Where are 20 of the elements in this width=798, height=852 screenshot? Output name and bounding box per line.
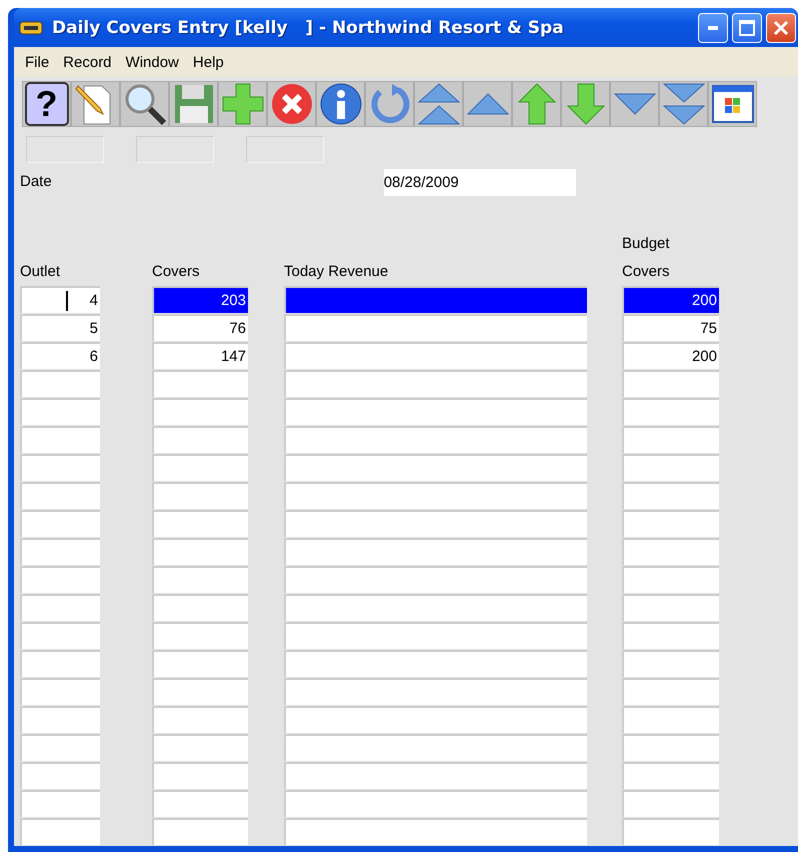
table-cell[interactable]: 75 [622,314,719,341]
menu-item[interactable]: Record [56,54,119,70]
date-label: Date [20,172,52,192]
column-header: Budget Covers [622,235,670,280]
table-cell[interactable]: 200 [622,342,719,369]
menu-item[interactable]: Window [118,54,186,70]
window-title: Daily Covers Entry [kelly ] - Northwind Resort & Spa [52,18,565,38]
menu-item[interactable]: File [18,54,56,70]
table-cell[interactable]: 6 [20,342,100,369]
table-cell[interactable]: 200 [622,286,719,313]
table-cell[interactable]: 203 [152,286,248,313]
column-header: Today Revenue [284,263,388,280]
column-header: Covers [152,263,200,280]
table-cell[interactable]: 5 [20,314,100,341]
table-cell[interactable]: 76 [152,314,248,341]
column-header: Outlet [20,263,60,280]
table-cell[interactable]: 147 [152,342,248,369]
date-field[interactable]: 08/28/2009 [384,168,576,196]
table-cell[interactable]: 4 [20,286,100,313]
menu-item[interactable]: Help [186,54,231,70]
